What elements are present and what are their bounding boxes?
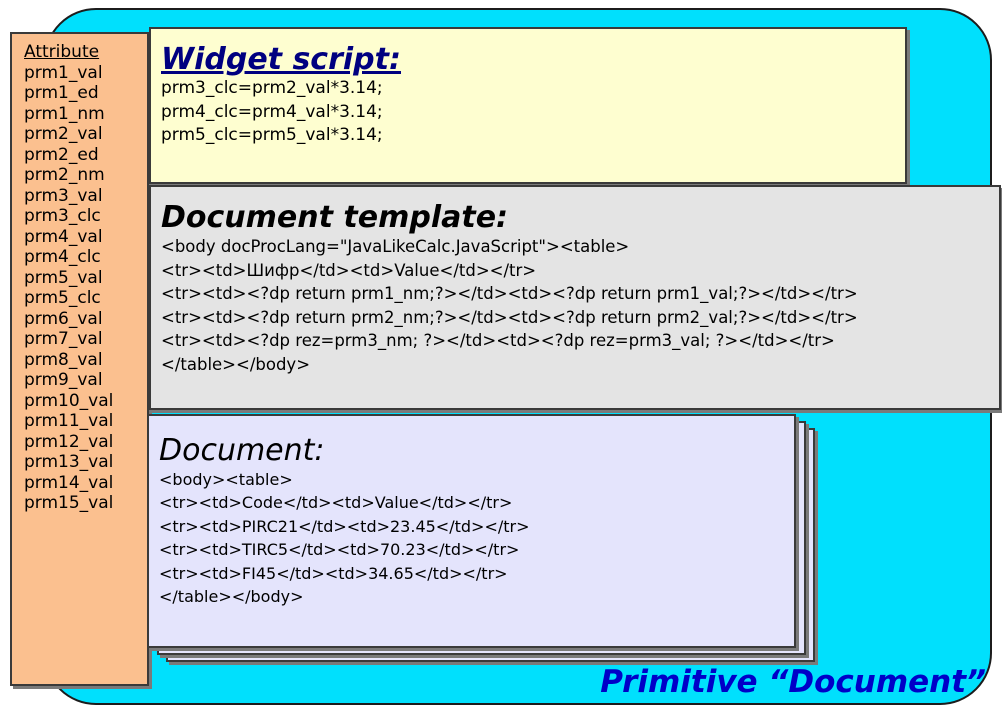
attribute-item: prm11_val bbox=[24, 411, 114, 431]
widget-script-line: prm4_clc=prm4_val*3.14; bbox=[161, 101, 383, 122]
attribute-item: prm12_val bbox=[24, 431, 114, 452]
document-line: <tr><td>PIRC21</td><td>23.45</td></tr> bbox=[159, 516, 530, 536]
document-title: Document: bbox=[159, 433, 325, 468]
document-template-box: Document template: <body docProcLang="Ja… bbox=[149, 185, 1001, 410]
attribute-item: prm4_clc bbox=[24, 247, 101, 267]
attribute-item: prm2_ed bbox=[24, 144, 99, 165]
attribute-item: prm4_val bbox=[24, 226, 103, 247]
attribute-item: prm13_val bbox=[24, 452, 114, 472]
widget-script-box: Widget script: prm3_clc=prm2_val*3.14; p… bbox=[149, 27, 907, 184]
document-line: <body><table> bbox=[159, 470, 293, 489]
template-line: <body docProcLang="JavaLikeCalc.JavaScri… bbox=[161, 237, 630, 256]
attribute-header: Attribute bbox=[24, 42, 100, 62]
template-line: <tr><td><?dp return prm2_nm;?></td><td><… bbox=[161, 307, 858, 327]
attribute-list: Attribute prm1_val prm1_ed prm1_nm prm2_… bbox=[10, 32, 149, 686]
attribute-item: prm1_ed bbox=[24, 83, 99, 103]
attribute-item: prm3_val bbox=[24, 185, 103, 206]
attribute-item: prm10_val bbox=[24, 390, 114, 411]
widget-script-title: Widget script: bbox=[161, 42, 401, 77]
attribute-item: prm3_clc bbox=[24, 206, 101, 226]
attribute-item: prm8_val bbox=[24, 349, 103, 370]
widget-script-line: prm3_clc=prm2_val*3.14; bbox=[161, 78, 383, 98]
attribute-item: prm9_val bbox=[24, 370, 103, 390]
document-box: Document: <body><table> <tr><td>Code</td… bbox=[147, 414, 796, 648]
document-line: <tr><td>TIRC5</td><td>70.23</td></tr> bbox=[159, 540, 520, 560]
attribute-item: prm5_val bbox=[24, 267, 103, 288]
attribute-item: prm2_val bbox=[24, 124, 103, 144]
template-line: <tr><td><?dp rez=prm3_nm; ?></td><td><?d… bbox=[161, 331, 835, 351]
attribute-item: prm15_val bbox=[24, 493, 114, 513]
attribute-item: prm1_nm bbox=[24, 103, 105, 124]
template-line: <tr><td><?dp return prm1_nm;?></td><td><… bbox=[161, 284, 858, 304]
document-line: </table></body> bbox=[159, 587, 304, 607]
document-template-title: Document template: bbox=[161, 200, 509, 235]
template-line: <tr><td>Шифр</td><td>Value</td></tr> bbox=[161, 260, 537, 280]
attribute-item: prm1_val bbox=[24, 62, 103, 83]
attribute-item: prm2_nm bbox=[24, 165, 105, 185]
document-line: <tr><td>FI45</td><td>34.65</td></tr> bbox=[159, 563, 508, 583]
widget-script-line: prm5_clc=prm5_val*3.14; bbox=[161, 125, 383, 145]
primitive-label: Primitive “Document” bbox=[600, 664, 986, 700]
attribute-item: prm6_val bbox=[24, 308, 103, 329]
attribute-item: prm14_val bbox=[24, 472, 114, 493]
template-line: </table></body> bbox=[161, 354, 311, 374]
document-line: <tr><td>Code</td><td>Value</td></tr> bbox=[159, 493, 513, 513]
attribute-item: prm7_val bbox=[24, 329, 103, 349]
attribute-item: prm5_clc bbox=[24, 288, 101, 308]
